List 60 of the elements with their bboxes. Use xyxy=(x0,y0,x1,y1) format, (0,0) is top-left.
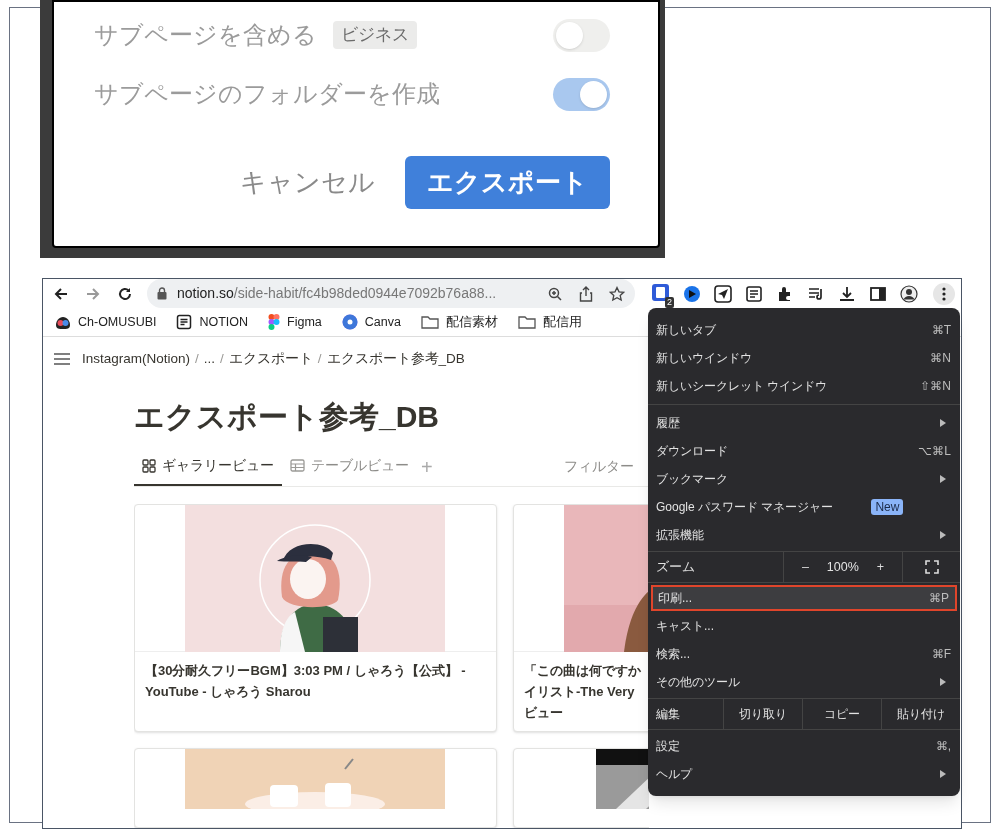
breadcrumb-separator: / xyxy=(195,350,199,368)
menu-item[interactable]: 新しいウインドウ ⌘N xyxy=(648,344,960,372)
menu-label: ズーム xyxy=(655,558,696,576)
gallery-card[interactable]: 【30分耐久フリーBGM】3:03 PM / しゃろう【公式】 - YouTube - しゃろう Sharou xyxy=(134,504,497,732)
plan-badge: ビジネス xyxy=(333,21,417,49)
bookmark-item[interactable]: Figma xyxy=(268,312,322,332)
shortcut-text: ⌥⌘L xyxy=(918,443,951,460)
card-title: ビュー xyxy=(524,704,564,722)
menu-item[interactable]: Google パスワード マネージャー New xyxy=(648,493,960,521)
edit-action-button[interactable]: 切り取り xyxy=(723,699,802,729)
bookmark-item[interactable]: NOTION xyxy=(176,312,249,332)
edit-action-button[interactable]: コピー xyxy=(802,699,881,729)
breadcrumb-separator: / xyxy=(220,350,224,368)
menu-item[interactable]: ブックマーク xyxy=(648,465,960,493)
card-title: イリスト-The Very xyxy=(524,683,636,701)
menu-item[interactable]: 新しいタブ ⌘T xyxy=(648,316,960,344)
view-tab[interactable]: テーブルビュー xyxy=(282,448,417,486)
breadcrumb-link[interactable]: エクスポート参考_DB xyxy=(326,349,465,370)
menu-item[interactable]: キャスト... xyxy=(648,612,960,640)
menu-item[interactable]: 新しいシークレット ウインドウ ⇧⌘N xyxy=(648,372,960,400)
shortcut-text: ⌘N xyxy=(930,350,951,367)
bookmark-item[interactable]: 配信素材 xyxy=(420,312,498,332)
zoom-level: 100% xyxy=(826,558,859,576)
bookmark-item[interactable]: Canva xyxy=(341,312,401,332)
gallery-card[interactable]: 「この曲は何ですか イリスト-The Very ビュー xyxy=(513,504,649,732)
menu-item[interactable]: 履歴 xyxy=(648,409,960,437)
menu-item[interactable]: 検索... ⌘F xyxy=(648,640,960,668)
zoom-in-button[interactable]: + xyxy=(876,557,885,577)
menu-item[interactable]: 設定 ⌘, xyxy=(648,732,960,760)
shortcut-text: ⌘T xyxy=(931,322,951,339)
menu-item[interactable]: その他のツール xyxy=(648,668,960,696)
breadcrumb-link[interactable]: Instagram(Notion) xyxy=(82,349,191,370)
menu-item[interactable]: ダウンロード ⌥⌘L xyxy=(648,437,960,465)
view-tab[interactable]: ギャラリービュー xyxy=(134,448,282,486)
menu-item[interactable]: 印刷... ⌘P xyxy=(651,585,957,611)
page-title: エクスポート参考_DB xyxy=(134,399,439,435)
shortcut-text: ⌘F xyxy=(931,646,951,663)
bookmark-item[interactable]: Ch-OMUSUBI xyxy=(55,312,157,332)
breadcrumb-link[interactable]: エクスポート xyxy=(228,349,313,370)
url-text: notion.so/side-habit/fc4b98ded0944e7092b76a88... xyxy=(177,284,497,304)
shortcut-text: ⇧⌘N xyxy=(920,378,951,395)
filter-button[interactable]: フィルター xyxy=(564,448,634,486)
breadcrumb-separator: / xyxy=(317,350,322,368)
card-title: 【30分耐久フリーBGM】3:03 PM / しゃろう【公式】 - YouTube - しゃろう Sharou xyxy=(145,662,467,701)
menu-item[interactable]: 拡張機能 xyxy=(648,521,960,549)
bookmark-item[interactable]: 配信用 xyxy=(517,312,582,332)
option-label: サブページのフォルダーを作成 xyxy=(94,79,440,109)
new-badge: New xyxy=(871,499,904,515)
address-bar[interactable]: notion.so/side-habit/fc4b98ded0944e7092b76a88... xyxy=(147,279,635,309)
option-label: サブページを含める xyxy=(94,20,317,50)
breadcrumb-link[interactable]: ... xyxy=(203,349,216,370)
export-button[interactable]: エクスポート xyxy=(405,156,610,209)
shortcut-text: ⌘, xyxy=(935,738,951,755)
badge-count: 2 xyxy=(665,296,674,308)
menu-label: 編集 xyxy=(655,706,681,723)
edit-action-button[interactable]: 貼り付け xyxy=(881,699,960,729)
zoom-out-button[interactable]: – xyxy=(801,557,809,577)
card-title: 「この曲は何ですか xyxy=(524,662,642,680)
menu-item[interactable]: ヘルプ xyxy=(648,760,960,788)
shortcut-text: ⌘P xyxy=(929,590,949,607)
